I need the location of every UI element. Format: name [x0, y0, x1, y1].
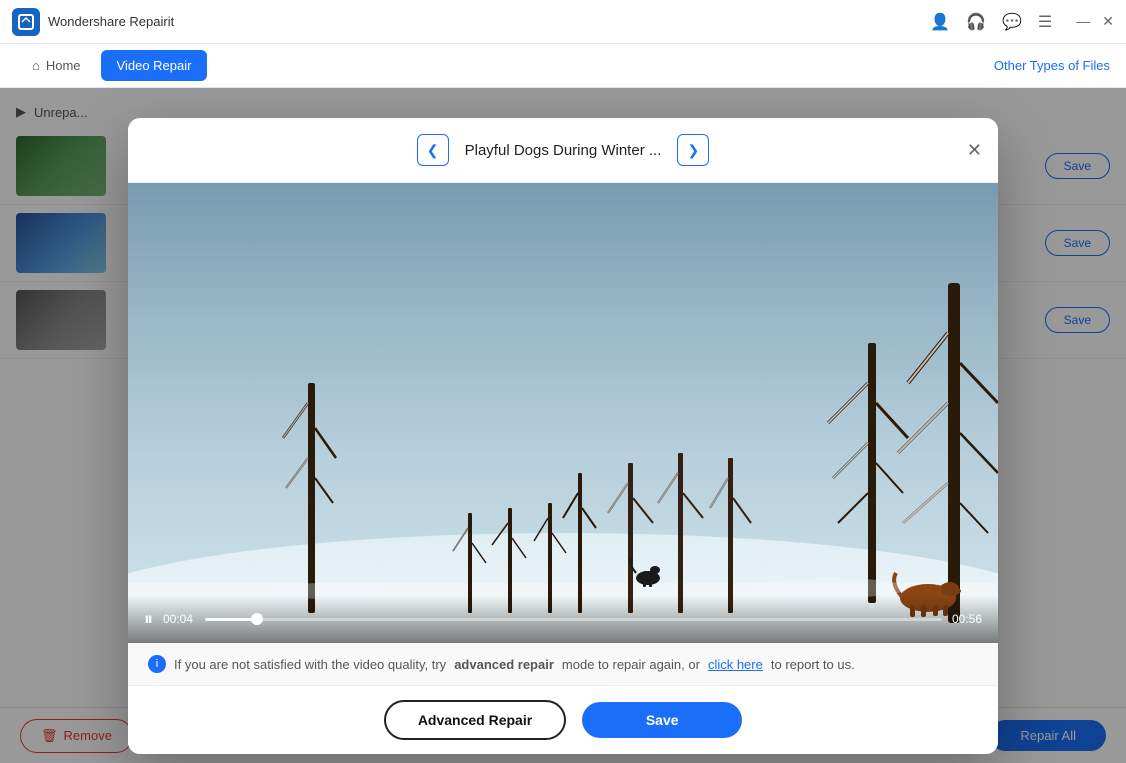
info-text-bold: advanced repair — [454, 657, 554, 672]
advanced-repair-button[interactable]: Advanced Repair — [384, 700, 566, 740]
app-logo-icon — [12, 8, 40, 36]
modal-close-button[interactable]: ✕ — [967, 141, 982, 159]
winter-scene-svg — [128, 183, 998, 643]
info-text-pre: If you are not satisfied with the video … — [174, 657, 446, 672]
info-text-post: to report to us. — [771, 657, 855, 672]
modal-footer: Advanced Repair Save — [128, 686, 998, 754]
home-tab[interactable]: ⌂ Home — [16, 50, 97, 81]
title-bar: Wondershare Repairit 👤 🎧 💬 ☰ — ✕ — [0, 0, 1126, 44]
modal-next-button[interactable]: ❯ — [677, 134, 709, 166]
progress-bar[interactable] — [205, 618, 942, 621]
app-title: Wondershare Repairit — [48, 14, 174, 29]
chevron-right-icon: ❯ — [688, 142, 700, 159]
info-icon: i — [148, 655, 166, 673]
video-player[interactable]: ⏸ 00:04 00:56 — [128, 183, 998, 643]
nav-bar: ⌂ Home Video Repair Other Types of Files — [0, 44, 1126, 88]
person-icon[interactable]: 👤 — [930, 12, 950, 32]
info-text-mid: mode to repair again, or — [562, 657, 700, 672]
modal-header: ❮ Playful Dogs During Winter ... ❯ ✕ — [128, 118, 998, 183]
main-content: ▶ Unrepa... Save Save Save — [0, 88, 1126, 763]
video-repair-tab[interactable]: Video Repair — [101, 50, 208, 81]
close-button[interactable]: ✕ — [1102, 13, 1114, 30]
progress-thumb — [251, 613, 263, 625]
info-bar: i If you are not satisfied with the vide… — [128, 643, 998, 686]
window-controls: — ✕ — [1076, 13, 1114, 30]
modal-title: Playful Dogs During Winter ... — [465, 142, 662, 159]
video-controls: ⏸ 00:04 00:56 — [128, 595, 998, 643]
title-bar-controls: 👤 🎧 💬 ☰ — ✕ — [930, 12, 1114, 32]
other-types-link[interactable]: Other Types of Files — [994, 58, 1110, 73]
save-button[interactable]: Save — [582, 702, 742, 738]
headset-icon[interactable]: 🎧 — [966, 12, 986, 32]
menu-icon[interactable]: ☰ — [1038, 12, 1052, 32]
modal-overlay: ❮ Playful Dogs During Winter ... ❯ ✕ — [0, 88, 1126, 763]
app-window: Wondershare Repairit 👤 🎧 💬 ☰ — ✕ ⌂ Home … — [0, 0, 1126, 763]
click-here-link[interactable]: click here — [708, 657, 763, 672]
pause-button[interactable]: ⏸ — [144, 609, 153, 630]
duration-display: 00:56 — [952, 612, 982, 626]
title-bar-logo: Wondershare Repairit — [12, 8, 930, 36]
current-time-display: 00:04 — [163, 612, 195, 626]
home-tab-label: Home — [46, 58, 81, 73]
preview-modal: ❮ Playful Dogs During Winter ... ❯ ✕ — [128, 118, 998, 754]
video-scene — [128, 183, 998, 643]
home-icon: ⌂ — [32, 58, 40, 73]
chevron-left-icon: ❮ — [427, 142, 439, 159]
progress-fill — [205, 618, 257, 621]
minimize-button[interactable]: — — [1076, 13, 1090, 30]
modal-prev-button[interactable]: ❮ — [417, 134, 449, 166]
video-repair-tab-label: Video Repair — [117, 58, 192, 73]
chat-icon[interactable]: 💬 — [1002, 12, 1022, 32]
